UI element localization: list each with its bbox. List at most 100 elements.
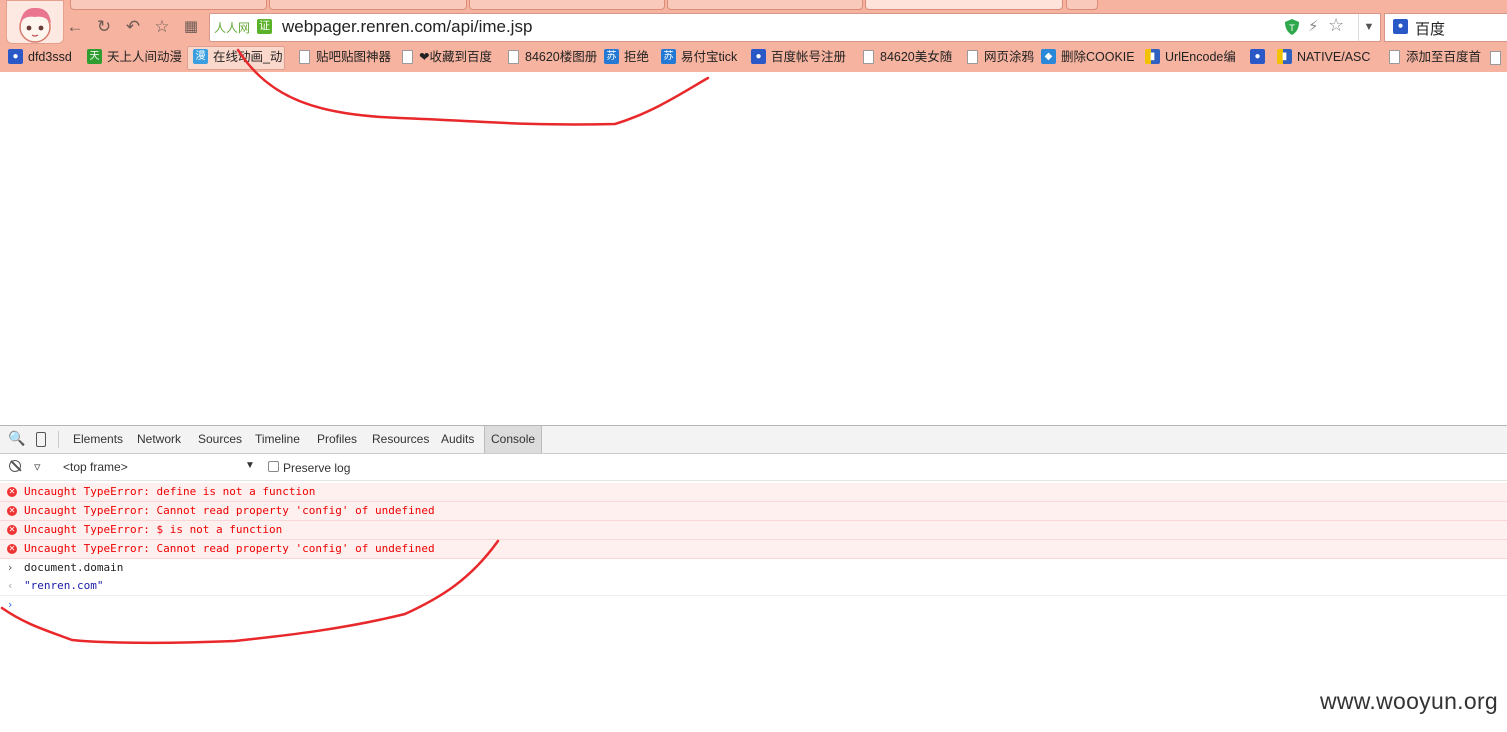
device-mode-icon[interactable]	[36, 432, 46, 447]
output-caret-icon: ‹	[8, 579, 13, 592]
avatar[interactable]	[6, 0, 64, 44]
new-tab-button[interactable]	[1066, 0, 1098, 10]
file-icon	[967, 50, 978, 64]
browser-tab[interactable]	[469, 0, 665, 10]
baidu-paw-icon: ●	[1250, 49, 1265, 64]
tab-sources[interactable]: Sources	[198, 426, 242, 453]
console-output-text: "renren.com"	[24, 579, 104, 592]
browser-tab[interactable]	[70, 0, 267, 10]
error-icon: ✕	[7, 544, 17, 554]
file-icon	[402, 50, 413, 64]
filter-icon[interactable]: ▿	[34, 459, 41, 475]
tab-timeline[interactable]: Timeline	[255, 426, 300, 453]
lightning-icon[interactable]: ⚡	[1308, 17, 1319, 35]
reload-button[interactable]: ↻	[93, 16, 115, 38]
console-error-row: ✕ Uncaught TypeError: Cannot read proper…	[0, 502, 1507, 521]
console-error-text: Uncaught TypeError: define is not a func…	[24, 485, 316, 498]
input-caret-icon: ›	[8, 561, 13, 574]
tab-strip	[0, 0, 1507, 10]
bookmark-label: dfd3ssd	[28, 50, 72, 64]
preserve-log-checkbox[interactable]	[268, 461, 279, 472]
bookmark-label: 百度帐号注册	[771, 50, 847, 64]
error-icon: ✕	[7, 487, 17, 497]
bookmarks-overflow-icon[interactable]	[1490, 51, 1501, 65]
error-icon: ✕	[7, 525, 17, 535]
console-error-text: Uncaught TypeError: $ is not a function	[24, 523, 283, 536]
preserve-log-label: Preserve log	[283, 461, 351, 475]
bookmark-label: 添加至百度首	[1406, 50, 1482, 64]
shield-icon[interactable]: T	[1284, 18, 1300, 36]
inspect-search-icon[interactable]: 🔍	[8, 430, 25, 447]
bookmark-label: 网页涂鸦	[984, 50, 1035, 64]
bookmark-label: 84620美女随	[880, 50, 953, 64]
file-icon	[1389, 50, 1400, 64]
file-icon	[863, 50, 874, 64]
tab-elements[interactable]: Elements	[73, 426, 123, 453]
bookmark-label: NATIVE/ASC	[1297, 50, 1371, 64]
console-input-row: › document.domain	[0, 559, 1507, 577]
bookmark-label: 易付宝tick	[681, 50, 738, 64]
bookmark-star-icon[interactable]: ☆	[1328, 15, 1344, 36]
toolbar-divider	[58, 431, 59, 448]
baidu-paw-icon: ●	[751, 49, 766, 64]
su-icon: 苏	[661, 49, 676, 64]
devtools-toolbar: 🔍 Elements Network Sources Timeline Prof…	[0, 426, 1507, 454]
error-icon: ✕	[7, 506, 17, 516]
bookmark-label: 84620楼图册	[525, 50, 598, 64]
console-error-row: ✕ Uncaught TypeError: $ is not a functio…	[0, 521, 1507, 540]
frame-select[interactable]: <top frame>	[63, 460, 128, 474]
search-engine-label: 百度	[1415, 21, 1446, 38]
search-box[interactable]: ⚫ 百度	[1384, 13, 1507, 42]
baidu-paw-icon: ●	[8, 49, 23, 64]
tab-audits[interactable]: Audits	[441, 426, 474, 453]
favorite-star-icon[interactable]: ☆	[151, 16, 173, 38]
chevron-down-icon[interactable]: ▼	[1358, 14, 1379, 41]
browser-chrome: ← ↻ ↶ ☆ ▦ 人人网 证 webpager.renren.com/api/…	[0, 0, 1507, 72]
browser-tab-active[interactable]	[865, 0, 1063, 10]
prompt-caret-icon: ›	[8, 598, 13, 611]
console-toolbar: ▿ <top frame> ▼ Preserve log	[0, 454, 1507, 481]
bookmark-label: UrlEncode编	[1165, 50, 1236, 64]
watermark: www.wooyun.org	[1319, 688, 1498, 714]
tian-icon: 天	[87, 49, 102, 64]
chevron-down-icon[interactable]: ▼	[245, 460, 255, 471]
console-error-row: ✕ Uncaught TypeError: define is not a fu…	[0, 483, 1507, 502]
shield-icon: ◆	[1041, 49, 1056, 64]
console-output-row: ‹ "renren.com"	[0, 577, 1507, 596]
baidu-paw-icon: ⚫	[1393, 19, 1408, 34]
bookmark-label: 天上人间动漫	[107, 50, 183, 64]
page-content	[0, 72, 1507, 425]
bookmark-label: 删除COOKIE	[1061, 50, 1135, 64]
apps-grid-icon[interactable]: ▦	[180, 16, 202, 38]
browser-tab[interactable]	[269, 0, 467, 10]
bookmark-label: 拒绝	[624, 50, 650, 64]
colorbar-icon: ▮	[1277, 49, 1292, 64]
man-icon: 漫	[193, 49, 208, 64]
tab-console[interactable]: Console	[484, 426, 543, 453]
undo-close-tab-icon[interactable]: ↶	[122, 16, 144, 38]
console-input-text: document.domain	[24, 561, 124, 574]
tab-network[interactable]: Network	[137, 426, 181, 453]
file-icon	[299, 50, 310, 64]
certificate-badge-icon[interactable]: 证	[257, 19, 272, 34]
bookmark-label: 在线动画_动	[213, 50, 283, 64]
su-icon: 苏	[604, 49, 619, 64]
url-text[interactable]: webpager.renren.com/api/ime.jsp	[282, 17, 532, 37]
tab-resources[interactable]: Resources	[372, 426, 429, 453]
console-error-row: ✕ Uncaught TypeError: Cannot read proper…	[0, 540, 1507, 559]
address-bar[interactable]: 人人网 证 webpager.renren.com/api/ime.jsp T …	[209, 13, 1381, 42]
console-prompt-row[interactable]: ›	[0, 596, 1507, 614]
browser-tab[interactable]	[667, 0, 863, 10]
console-error-text: Uncaught TypeError: Cannot read property…	[24, 504, 435, 517]
tab-profiles[interactable]: Profiles	[317, 426, 357, 453]
console-error-text: Uncaught TypeError: Cannot read property…	[24, 542, 435, 555]
back-button[interactable]: ←	[64, 16, 86, 38]
svg-text:T: T	[1288, 24, 1295, 34]
bookmarks-bar: ● dfd3ssd 天天上人间动漫漫在线动画_动 贴吧贴图神器 ❤收藏到百度 84620楼…	[0, 44, 1507, 70]
site-identity-label: 人人网	[214, 21, 251, 35]
bookmark-label: 贴吧贴图神器	[316, 50, 392, 64]
file-icon	[508, 50, 519, 64]
devtools-panel: 🔍 Elements Network Sources Timeline Prof…	[0, 425, 1507, 732]
bookmark-label: ❤收藏到百度	[419, 50, 492, 64]
colorbar-icon: ▮	[1145, 49, 1160, 64]
